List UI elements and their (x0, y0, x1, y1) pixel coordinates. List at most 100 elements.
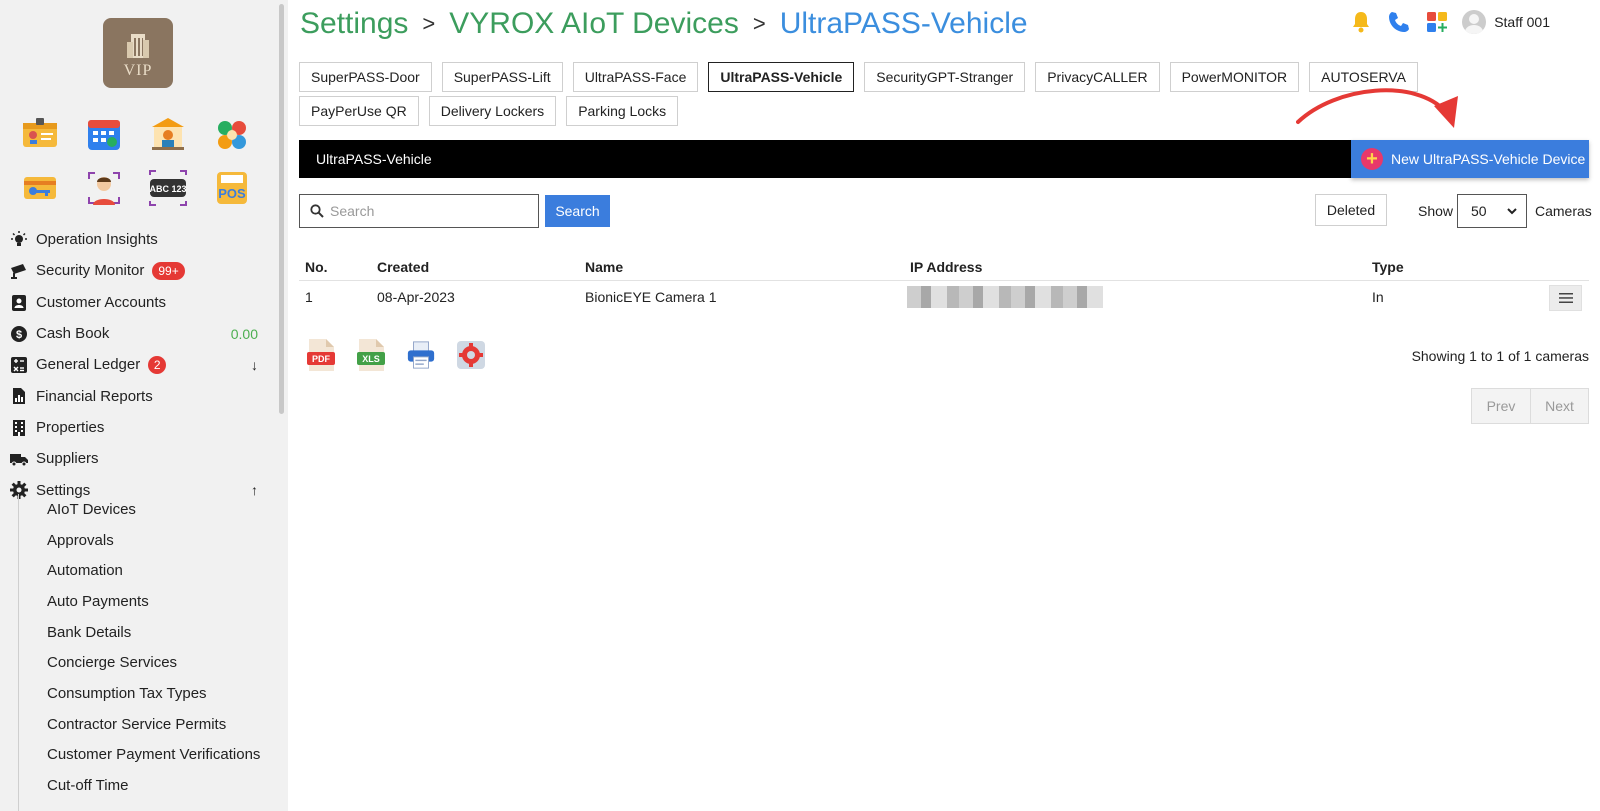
sidebar-item-cash-book[interactable]: $ Cash Book 0.00 (0, 318, 270, 349)
column-header-no[interactable]: No. (299, 259, 377, 275)
xls-icon[interactable]: XLS (356, 338, 386, 372)
annotation-arrow-icon (1296, 88, 1458, 128)
tab-ultrapass-vehicle[interactable]: UltraPASS-Vehicle (708, 62, 855, 92)
submenu-item-auto-payments[interactable]: Auto Payments (0, 586, 270, 617)
sidebar-scrollbar[interactable] (279, 4, 284, 414)
tab-superpass-door[interactable]: SuperPASS-Door (299, 62, 432, 92)
bell-icon[interactable] (1348, 9, 1374, 35)
next-button[interactable]: Next (1530, 389, 1588, 423)
row-menu-button[interactable] (1549, 285, 1582, 311)
header-actions: Staff 001 (1336, 6, 1550, 38)
svg-text:$: $ (16, 329, 22, 341)
breadcrumb-settings[interactable]: Settings (300, 7, 408, 41)
column-header-name[interactable]: Name (585, 259, 910, 275)
section-title: UltraPASS-Vehicle (316, 151, 432, 167)
building-logo-icon (127, 34, 149, 58)
tab-superpass-lift[interactable]: SuperPASS-Lift (441, 62, 563, 92)
table-row[interactable]: 1 08-Apr-2023 BionicEYE Camera 1 In (299, 281, 1589, 313)
new-device-label: New UltraPASS-Vehicle Device (1391, 151, 1586, 167)
vip-logo[interactable]: VIP (103, 18, 173, 88)
submenu-item-approvals[interactable]: Approvals (0, 525, 270, 556)
face-id-icon[interactable] (84, 168, 124, 208)
pagination-summary: Showing 1 to 1 of 1 cameras (1411, 348, 1589, 364)
expand-arrow-icon[interactable]: ↓ (251, 357, 258, 373)
settings-export-icon[interactable] (456, 338, 486, 372)
sidebar-item-properties[interactable]: Properties (0, 412, 270, 443)
show-label: Show (1418, 203, 1454, 219)
column-header-type[interactable]: Type (1372, 259, 1522, 275)
tab-delivery-lockers[interactable]: Delivery Lockers (428, 96, 557, 126)
sidebar-item-label: Cash Book (36, 325, 110, 343)
sidebar-item-security-monitor[interactable]: Security Monitor 99+ (0, 255, 270, 286)
contact-book-icon (10, 294, 28, 312)
id-card-icon[interactable] (20, 114, 60, 154)
pos-icon[interactable]: POS (212, 168, 252, 208)
submenu-item-cut-off-time[interactable]: Cut-off Time (0, 770, 270, 801)
submenu-item-consumption-tax-types[interactable]: Consumption Tax Types (0, 678, 270, 709)
submenu-item-aiot-devices[interactable]: AIoT Devices (0, 494, 270, 525)
sidebar-item-customer-accounts[interactable]: Customer Accounts (0, 287, 270, 318)
ledger-badge: 2 (148, 355, 167, 374)
search-input[interactable] (330, 203, 530, 219)
column-header-ip-address[interactable]: IP Address (910, 259, 1372, 275)
pdf-icon[interactable]: PDF (306, 338, 336, 372)
new-device-button[interactable]: + New UltraPASS-Vehicle Device (1351, 140, 1589, 178)
export-actions: PDF XLS (306, 338, 486, 372)
page-size-select[interactable]: 50 (1457, 194, 1527, 228)
breadcrumb-aiot-devices[interactable]: VYROX AIoT Devices (449, 7, 739, 41)
sidebar-item-suppliers[interactable]: Suppliers (0, 443, 270, 474)
dollar-circle-icon: $ (10, 325, 28, 343)
submenu-item-bank-details[interactable]: Bank Details (0, 617, 270, 648)
cctv-icon (10, 262, 28, 280)
deleted-button[interactable]: Deleted (1315, 194, 1387, 226)
submenu-item-customer-payment-verifications[interactable]: Customer Payment Verifications (0, 740, 270, 771)
tab-privacycaller[interactable]: PrivacyCALLER (1035, 62, 1160, 92)
svg-text:POS: POS (218, 186, 246, 201)
key-card-icon[interactable] (20, 168, 60, 208)
submenu-item-contractor-service-permits[interactable]: Contractor Service Permits (0, 709, 270, 740)
people-group-icon[interactable] (212, 114, 252, 154)
svg-text:PDF: PDF (312, 354, 331, 364)
bank-icon[interactable] (148, 114, 188, 154)
sidebar-item-label: General Ledger (36, 356, 141, 374)
column-header-created[interactable]: Created (377, 259, 585, 275)
apps-grid-icon[interactable] (1424, 9, 1450, 35)
tab-payperuse-qr[interactable]: PayPerUse QR (299, 96, 419, 126)
search-icon (310, 204, 324, 218)
sidebar-item-operation-insights[interactable]: Operation Insights (0, 224, 270, 255)
sidebar-item-financial-reports[interactable]: Financial Reports (0, 380, 270, 411)
abc123-icon[interactable]: ABC 123 (148, 168, 188, 208)
prev-button[interactable]: Prev (1472, 389, 1530, 423)
svg-text:ABC 123: ABC 123 (149, 184, 186, 194)
user-avatar[interactable] (1462, 10, 1487, 34)
sidebar-item-label: Properties (36, 418, 105, 436)
calendar-icon[interactable] (84, 114, 124, 154)
submenu-item-concierge-services[interactable]: Concierge Services (0, 647, 270, 678)
printer-icon[interactable] (406, 338, 436, 372)
tab-parking-locks[interactable]: Parking Locks (566, 96, 679, 126)
tab-powermonitor[interactable]: PowerMONITOR (1169, 62, 1300, 92)
cell-type: In (1372, 289, 1384, 305)
cell-name: BionicEYE Camera 1 (585, 289, 717, 305)
calculator-icon (10, 356, 28, 374)
search-field[interactable] (299, 194, 539, 228)
user-name[interactable]: Staff 001 (1494, 14, 1550, 30)
sidebar-nav: Operation Insights Security Monitor 99+ … (0, 224, 270, 506)
tab-securitygpt-stranger[interactable]: SecurityGPT-Stranger (864, 62, 1026, 92)
cameras-table: No. Created Name IP Address Type 1 08-Ap… (299, 253, 1589, 313)
hamburger-menu-icon (1558, 293, 1573, 303)
tab-ultrapass-face[interactable]: UltraPASS-Face (572, 62, 699, 92)
lightbulb-icon (10, 231, 28, 249)
phone-icon[interactable] (1386, 9, 1412, 35)
submenu-item-automation[interactable]: Automation (0, 555, 270, 586)
breadcrumb-separator: > (752, 11, 766, 36)
settings-submenu: AIoT Devices Approvals Automation Auto P… (0, 494, 270, 801)
search-button[interactable]: Search (545, 195, 610, 227)
report-icon (10, 387, 28, 405)
sidebar-item-general-ledger[interactable]: General Ledger 2 ↓ (0, 349, 270, 380)
security-badge: 99+ (152, 261, 185, 280)
cell-created: 08-Apr-2023 (377, 289, 455, 305)
logo-text: VIP (123, 62, 153, 79)
breadcrumb-current-page: UltraPASS-Vehicle (779, 7, 1028, 40)
pagination: Prev Next (1471, 388, 1589, 424)
